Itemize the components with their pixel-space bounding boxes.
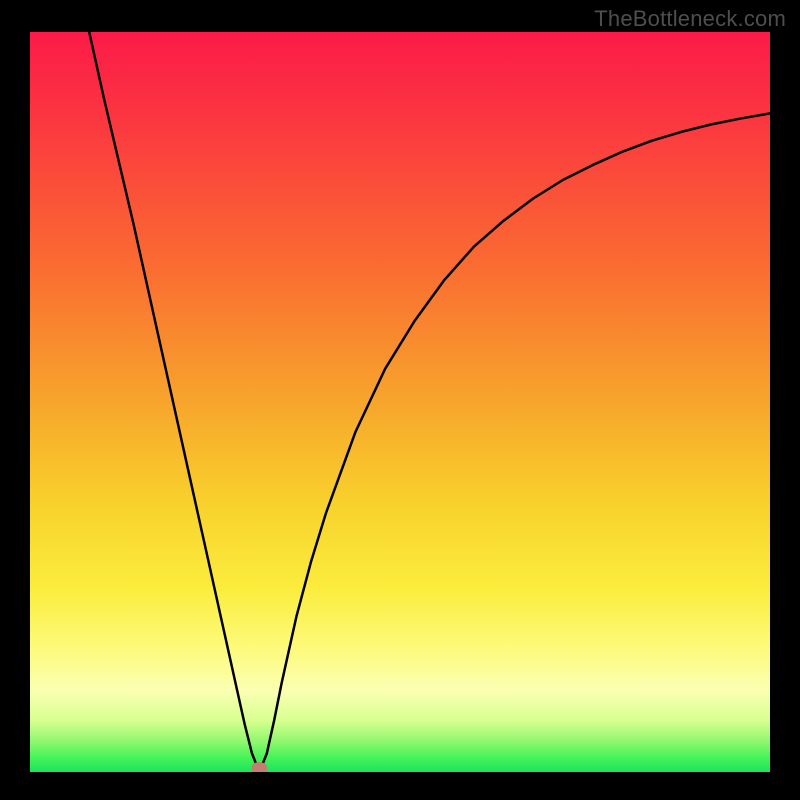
chart-plot-area	[30, 32, 770, 772]
chart-svg	[30, 32, 770, 772]
watermark-label: TheBottleneck.com	[594, 6, 786, 32]
chart-frame	[0, 0, 800, 800]
bottleneck-curve	[89, 32, 770, 772]
minimum-marker	[251, 762, 267, 772]
